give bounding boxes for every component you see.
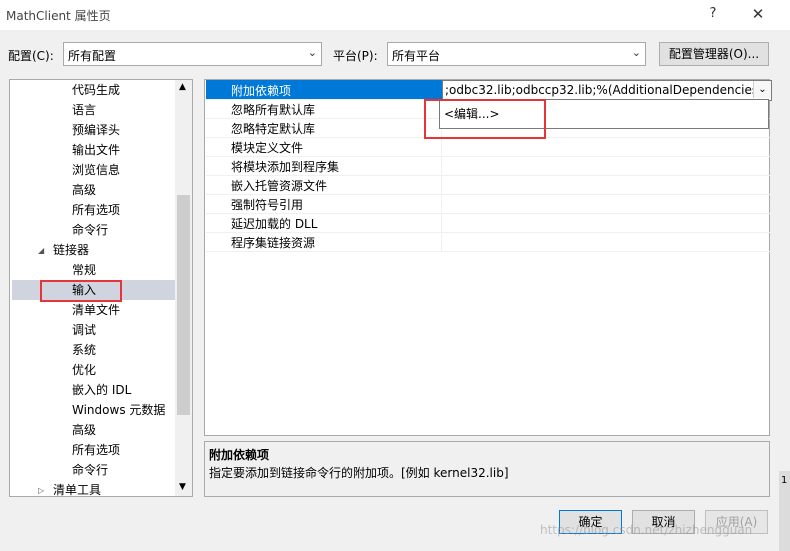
config-select[interactable]: 所有配置 ⌄	[63, 42, 322, 66]
scroll-down-icon[interactable]: ▼	[179, 482, 186, 492]
collapse-arrow-icon[interactable]: ◢	[38, 246, 44, 255]
property-row[interactable]: 将模块添加到程序集	[206, 156, 770, 176]
title-bar: MathClient 属性页 ? ✕	[0, 0, 790, 30]
watermark: https://blog.csdn.net/zhizhengguan	[540, 523, 753, 537]
tree-item[interactable]: Windows 元数据	[72, 400, 165, 420]
property-name: 程序集链接资源	[231, 236, 316, 250]
tree-item[interactable]: 清单工具	[53, 480, 101, 496]
tree-item[interactable]: 所有选项	[72, 440, 120, 460]
column-divider	[441, 213, 442, 232]
property-row[interactable]: 延迟加载的 DLL	[206, 213, 770, 233]
expand-arrow-icon[interactable]: ▷	[38, 486, 44, 495]
property-name: 强制符号引用	[231, 198, 304, 212]
property-value: ;odbc32.lib;odbccp32.lib;%(AdditionalDep…	[445, 83, 753, 97]
config-manager-button[interactable]: 配置管理器(O)...	[659, 42, 769, 66]
tree-item[interactable]: 链接器	[53, 240, 89, 260]
scroll-thumb[interactable]	[177, 195, 190, 415]
tree-item[interactable]: 所有选项	[72, 200, 120, 220]
tree-scrollbar[interactable]: ▲ ▼	[175, 80, 192, 496]
tree-item[interactable]: 代码生成	[72, 80, 120, 100]
tree-item[interactable]: 系统	[72, 340, 96, 360]
settings-tree[interactable]: 代码生成 语言 预编译头 输出文件 浏览信息 高级 所有选项 命令行 ◢ 链接器 常规 输入 清单文件调…	[9, 79, 193, 497]
property-name: 嵌入托管资源文件	[231, 179, 328, 193]
tree-item[interactable]: 清单文件	[72, 300, 120, 320]
column-divider	[441, 194, 442, 213]
property-name: 忽略特定默认库	[231, 122, 316, 136]
chevron-down-icon: ⌄	[307, 46, 317, 59]
property-name: 忽略所有默认库	[231, 103, 316, 117]
window-title: MathClient 属性页	[6, 9, 111, 23]
description-text: 指定要添加到链接命令行的附加项。[例如 kernel32.lib]	[209, 466, 509, 480]
property-row[interactable]: 附加依赖项 ;odbc32.lib;odbccp32.lib;%(Addition…	[206, 80, 772, 101]
platform-label: 平台(P):	[333, 49, 378, 63]
tree-item[interactable]: 优化	[72, 360, 96, 380]
config-select-value: 所有配置	[68, 49, 117, 63]
tree-item[interactable]: 嵌入的 IDL	[72, 380, 131, 400]
tree-item[interactable]: 浏览信息	[72, 160, 120, 180]
chevron-down-icon: ⌄	[631, 46, 641, 59]
property-name: 附加依赖项	[231, 84, 292, 98]
platform-select-value: 所有平台	[392, 49, 441, 63]
description-title: 附加依赖项	[209, 448, 270, 462]
property-name: 将模块添加到程序集	[231, 160, 340, 174]
close-button[interactable]: ✕	[744, 4, 772, 24]
tree-item[interactable]: 命令行	[72, 220, 108, 240]
tree-item[interactable]: 高级	[72, 420, 96, 440]
property-name: 模块定义文件	[231, 141, 304, 155]
highlight-box	[40, 280, 122, 302]
tree-item[interactable]: 常规	[72, 260, 96, 280]
property-row[interactable]: 模块定义文件	[206, 137, 770, 157]
tree-item[interactable]: 高级	[72, 180, 96, 200]
tree-item[interactable]: 语言	[72, 100, 96, 120]
config-label: 配置(C):	[8, 49, 54, 63]
tree-item[interactable]: 命令行	[72, 460, 108, 480]
tree-item[interactable]: 输出文件	[72, 140, 120, 160]
help-button[interactable]: ?	[702, 4, 724, 24]
column-divider	[441, 156, 442, 175]
column-divider	[441, 137, 442, 156]
property-name: 延迟加载的 DLL	[231, 217, 318, 231]
property-row[interactable]: 强制符号引用	[206, 194, 770, 214]
highlight-box	[424, 99, 546, 139]
property-row[interactable]: 程序集链接资源	[206, 232, 770, 252]
scroll-up-icon[interactable]: ▲	[179, 82, 186, 92]
column-divider	[441, 232, 442, 251]
column-divider	[441, 175, 442, 194]
property-value-input[interactable]: ;odbc32.lib;odbccp32.lib;%(AdditionalDep…	[442, 80, 772, 101]
chevron-down-icon[interactable]: ⌄	[753, 81, 771, 98]
property-row[interactable]: 嵌入托管资源文件	[206, 175, 770, 195]
edge-text: 1	[781, 475, 788, 486]
platform-select[interactable]: 所有平台 ⌄	[387, 42, 646, 66]
tree-item[interactable]: 预编译头	[72, 120, 120, 140]
description-panel: 附加依赖项 指定要添加到链接命令行的附加项。[例如 kernel32.lib]	[204, 441, 770, 497]
tree-item[interactable]: 调试	[72, 320, 96, 340]
